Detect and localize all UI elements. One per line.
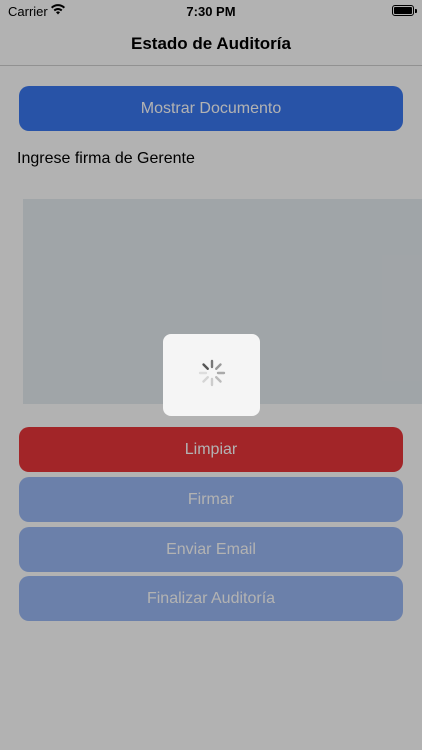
activity-spinner-icon (197, 358, 227, 393)
loading-indicator (163, 334, 260, 416)
